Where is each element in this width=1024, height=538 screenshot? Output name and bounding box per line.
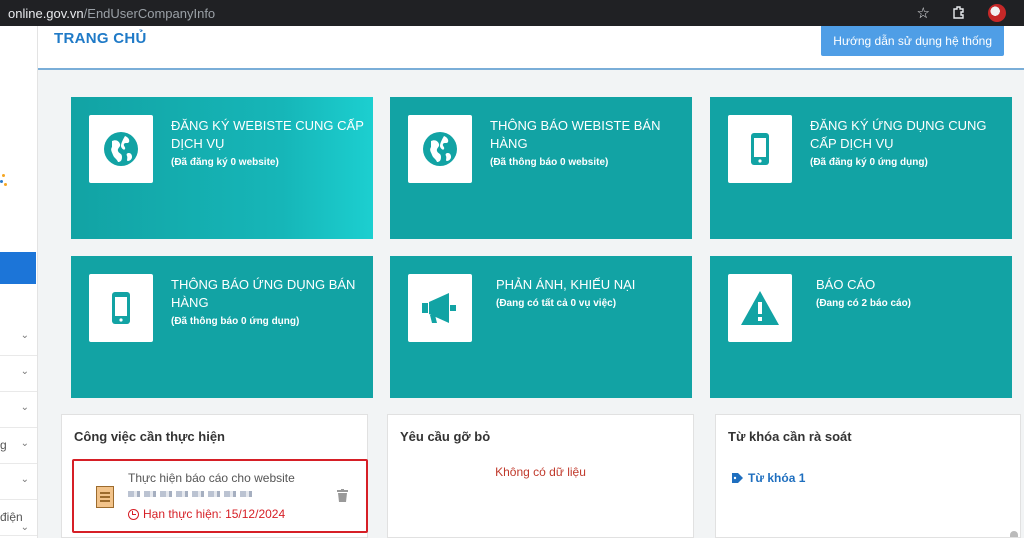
sidebar-item[interactable]: điện ⌄ xyxy=(0,500,37,536)
chevron-down-icon: ⌄ xyxy=(20,522,29,533)
chevron-down-icon: ⌄ xyxy=(20,438,29,449)
browser-toolbar: online.gov.vn/EndUserCompanyInfo ☆ xyxy=(0,0,1024,26)
sidebar-item[interactable]: ⌄ xyxy=(0,392,37,428)
deadline-text: Hạn thực hiện: 15/12/2024 xyxy=(143,507,286,521)
tag-icon xyxy=(732,473,743,483)
tile-title: THÔNG BÁO WEBISTE BÁN HÀNG xyxy=(490,118,661,151)
task-title: Thực hiện báo cáo cho website xyxy=(128,471,295,485)
tile-subtitle: (Đã đăng ký 0 ứng dụng) xyxy=(810,157,928,168)
globe-icon xyxy=(408,115,472,183)
tile-subtitle: (Đã đăng ký 0 website) xyxy=(171,157,279,168)
sidebar-item[interactable]: ⌄ xyxy=(0,320,37,356)
tile-title: THÔNG BÁO ỨNG DỤNG BÁN HÀNG xyxy=(171,277,356,310)
profile-avatar[interactable] xyxy=(988,4,1006,22)
extensions-icon[interactable] xyxy=(952,5,966,22)
tasks-panel: Công việc cần thực hiện Thực hiện báo cá… xyxy=(61,414,368,538)
tile-subtitle: (Đã thông báo 0 ứng dụng) xyxy=(171,316,300,327)
empty-state: Không có dữ liệu xyxy=(495,465,586,479)
sidebar: ⌄ ⌄ ⌄ g ⌄ ⌄ điện ⌄ xyxy=(0,26,38,538)
page-header: TRANG CHỦ Hướng dẫn sử dụng hệ thống xyxy=(38,26,1024,70)
tile-register-service-app[interactable]: ĐĂNG KÝ ỨNG DỤNG CUNG CẤP DỊCH VỤ (Đã đă… xyxy=(710,97,1012,239)
trash-icon[interactable] xyxy=(337,489,348,502)
removal-requests-panel: Yêu cầu gỡ bỏ Không có dữ liệu xyxy=(387,414,694,538)
warning-icon xyxy=(728,274,792,342)
chevron-down-icon: ⌄ xyxy=(20,402,29,413)
chevron-down-icon: ⌄ xyxy=(20,330,29,341)
tile-title: PHẢN ÁNH, KHIẾU NẠI xyxy=(496,277,636,292)
tile-announce-sales-website[interactable]: THÔNG BÁO WEBISTE BÁN HÀNG (Đã thông báo… xyxy=(390,97,692,239)
sidebar-item[interactable]: ⌄ xyxy=(0,356,37,392)
megaphone-icon xyxy=(408,274,472,342)
keyword-label: Từ khóa 1 xyxy=(748,471,806,485)
redacted-website-name xyxy=(128,491,256,497)
sidebar-item-label: điện xyxy=(0,510,23,524)
user-guide-button[interactable]: Hướng dẫn sử dụng hệ thống xyxy=(821,26,1004,56)
tile-subtitle: (Đã thông báo 0 website) xyxy=(490,157,609,168)
sidebar-item-active[interactable] xyxy=(0,252,36,284)
task-item[interactable]: Thực hiện báo cáo cho website Hạn thực h… xyxy=(72,459,368,533)
url-path: /EndUserCompanyInfo xyxy=(83,5,216,21)
sidebar-item-label: g xyxy=(0,438,7,452)
scrollbar[interactable] xyxy=(1010,531,1018,537)
tile-title: BÁO CÁO xyxy=(816,277,876,292)
tile-subtitle: (Đang có 2 báo cáo) xyxy=(816,298,912,309)
url-host: online.gov.vn xyxy=(8,5,84,21)
mobile-icon xyxy=(728,115,792,183)
address-bar[interactable]: online.gov.vn/EndUserCompanyInfo xyxy=(8,6,215,21)
document-icon xyxy=(96,486,114,508)
sidebar-item[interactable]: g ⌄ xyxy=(0,428,37,464)
page-title: TRANG CHỦ xyxy=(54,30,147,47)
mobile-icon xyxy=(89,274,153,342)
tile-announce-sales-app[interactable]: THÔNG BÁO ỨNG DỤNG BÁN HÀNG (Đã thông bá… xyxy=(71,256,373,398)
tile-complaints[interactable]: PHẢN ÁNH, KHIẾU NẠI (Đang có tất cả 0 vụ… xyxy=(390,256,692,398)
clock-icon xyxy=(128,508,139,520)
tile-title: ĐĂNG KÝ ỨNG DỤNG CUNG CẤP DỊCH VỤ xyxy=(810,118,987,151)
star-icon[interactable]: ☆ xyxy=(917,6,930,21)
tile-reports[interactable]: BÁO CÁO (Đang có 2 báo cáo) xyxy=(710,256,1012,398)
panel-title: Công việc cần thực hiện xyxy=(74,429,225,444)
tile-register-service-website[interactable]: ĐĂNG KÝ WEBISTE CUNG CẤP DỊCH VỤ (Đã đăn… xyxy=(71,97,373,239)
tile-subtitle: (Đang có tất cả 0 vụ việc) xyxy=(496,298,617,309)
sidebar-item[interactable]: ⌄ xyxy=(0,464,37,500)
panel-title: Từ khóa cần rà soát xyxy=(728,429,852,444)
logo-fragment xyxy=(0,174,8,190)
keywords-panel: Từ khóa cần rà soát Từ khóa 1 xyxy=(715,414,1021,538)
keyword-item[interactable]: Từ khóa 1 xyxy=(732,471,805,485)
chevron-down-icon: ⌄ xyxy=(20,474,29,485)
panel-title: Yêu cầu gỡ bỏ xyxy=(400,429,491,444)
globe-icon xyxy=(89,115,153,183)
chevron-down-icon: ⌄ xyxy=(20,366,29,377)
task-deadline: Hạn thực hiện: 15/12/2024 xyxy=(128,507,285,521)
tile-title: ĐĂNG KÝ WEBISTE CUNG CẤP DỊCH VỤ xyxy=(171,118,364,151)
